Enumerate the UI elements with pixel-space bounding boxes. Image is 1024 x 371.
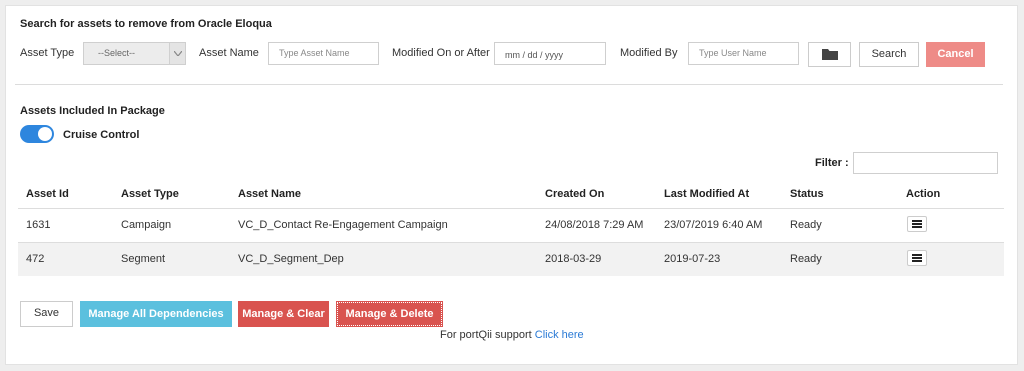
table-row: 1631 Campaign VC_D_Contact Re-Engagement… (18, 209, 1004, 242)
cell-asset-id: 1631 (26, 219, 51, 231)
manage-all-dependencies-button[interactable]: Manage All Dependencies (80, 301, 232, 327)
cell-status: Ready (790, 219, 822, 231)
cell-asset-name: VC_D_Segment_Dep (238, 253, 344, 265)
modified-by-input[interactable]: Type User Name (688, 42, 799, 65)
cell-status: Ready (790, 253, 822, 265)
modified-by-label: Modified By (620, 47, 678, 59)
search-heading: Search for assets to remove from Oracle … (20, 18, 272, 30)
cancel-button[interactable]: Cancel (926, 42, 985, 67)
support-link[interactable]: Click here (535, 329, 584, 341)
toggle-knob (38, 127, 52, 141)
cruise-control-label: Cruise Control (63, 129, 140, 141)
search-button[interactable]: Search (859, 42, 919, 67)
column-header-asset-name: Asset Name (238, 188, 301, 200)
modified-on-label: Modified On or After (392, 47, 490, 59)
cell-asset-name: VC_D_Contact Re-Engagement Campaign (238, 219, 448, 231)
section-divider (15, 84, 1003, 85)
asset-name-label: Asset Name (199, 47, 259, 59)
cruise-control-toggle[interactable] (20, 125, 54, 143)
chevron-down-icon[interactable] (169, 43, 185, 64)
column-header-asset-id: Asset Id (26, 188, 69, 200)
hamburger-menu-icon[interactable] (907, 216, 927, 232)
support-label: For portQii support (440, 329, 532, 341)
asset-name-input[interactable]: Type Asset Name (268, 42, 379, 65)
cell-asset-type: Segment (121, 253, 166, 265)
manage-clear-button[interactable]: Manage & Clear (238, 301, 329, 327)
asset-type-label: Asset Type (20, 47, 75, 59)
column-header-created-on: Created On (545, 188, 605, 200)
save-button[interactable]: Save (20, 301, 73, 327)
filter-label: Filter : (815, 157, 849, 169)
column-header-last-modified: Last Modified At (664, 188, 750, 200)
cell-asset-id: 472 (26, 253, 45, 265)
column-header-status: Status (790, 188, 824, 200)
table-row: 472 Segment VC_D_Segment_Dep 2018-03-29 … (18, 243, 1004, 276)
support-text: For portQii support Click here (440, 329, 584, 341)
column-header-asset-type: Asset Type (121, 188, 179, 200)
folder-button[interactable] (808, 42, 851, 67)
manage-delete-button[interactable]: Manage & Delete (336, 301, 443, 327)
cell-asset-type: Campaign (121, 219, 172, 231)
filter-input[interactable] (853, 152, 998, 174)
hamburger-menu-icon[interactable] (907, 250, 927, 266)
column-header-action: Action (906, 188, 941, 200)
cell-created-on: 24/08/2018 7:29 AM (545, 219, 644, 231)
asset-type-value: --Select-- (98, 48, 136, 58)
cell-created-on: 2018-03-29 (545, 253, 602, 265)
folder-icon (821, 48, 839, 61)
modified-on-date-input[interactable]: mm / dd / yyyy (494, 42, 606, 65)
cell-last-modified: 23/07/2019 6:40 AM (664, 219, 763, 231)
package-heading: Assets Included In Package (20, 105, 165, 117)
asset-type-select[interactable]: --Select-- (83, 42, 186, 65)
cell-last-modified: 2019-07-23 (664, 253, 721, 265)
